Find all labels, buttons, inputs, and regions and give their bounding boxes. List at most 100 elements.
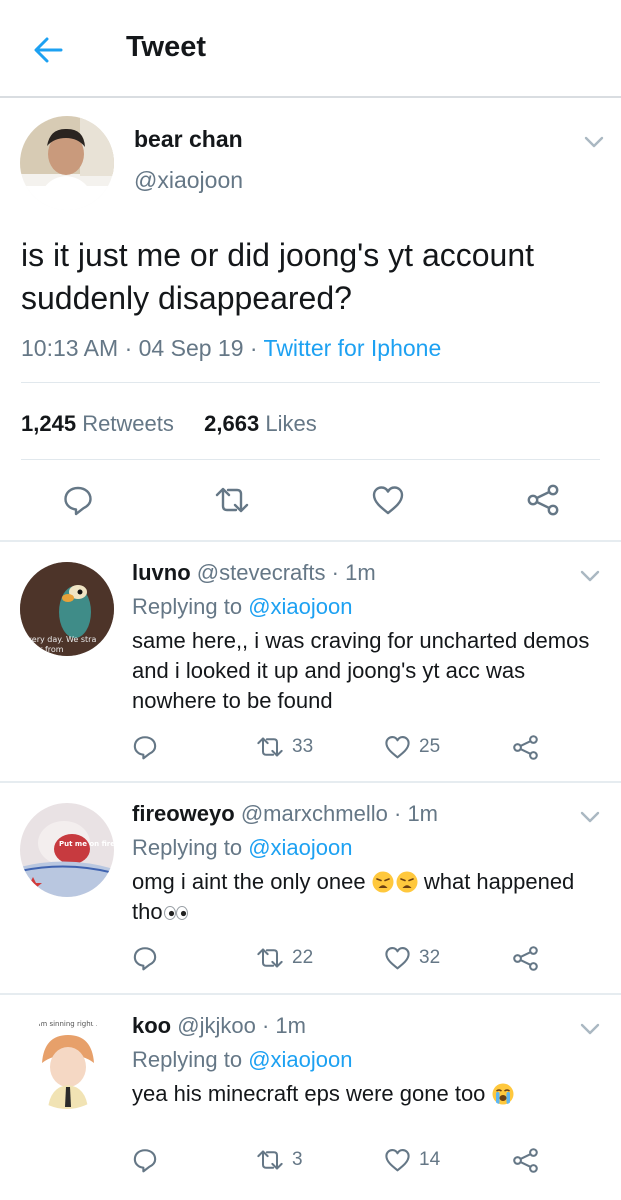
replying-to: Replying to @xiaojoon (132, 594, 353, 620)
share-button[interactable] (512, 1147, 539, 1174)
like-count: 14 (419, 1149, 441, 1170)
replying-label: Replying to (132, 1047, 243, 1072)
share-icon (513, 735, 538, 760)
share-button[interactable] (525, 482, 561, 518)
reply-text-part: omg i aint the only onee (132, 869, 372, 894)
reply-icon (133, 736, 157, 760)
like-stat[interactable]: 2,663 Likes (204, 411, 317, 436)
retweet-icon (257, 737, 283, 757)
retweet-button[interactable]: 22 (256, 945, 313, 971)
chevron-down-icon[interactable] (582, 130, 606, 154)
retweet-button[interactable]: 33 (256, 734, 313, 760)
reply-icon (133, 947, 157, 971)
heart-icon (372, 486, 404, 515)
tweet-meta: 10:13 AM · 04 Sep 19 · Twitter for Iphon… (21, 335, 441, 362)
eyes-emoji (163, 906, 188, 920)
reply-author-name[interactable]: luvno (132, 560, 191, 585)
retweet-count: 3 (292, 1149, 303, 1170)
avatar-caption: ther from (26, 645, 64, 654)
retweet-button[interactable] (214, 482, 250, 518)
reply-author-name[interactable]: fireoweyo (132, 801, 235, 826)
arrow-left-icon (34, 37, 63, 63)
retweet-count: 1,245 (21, 411, 77, 436)
heart-icon (385, 1149, 410, 1172)
meta-separator: · (249, 335, 264, 361)
chevron-down-icon[interactable] (578, 805, 602, 829)
retweet-stat[interactable]: 1,245 Retweets (21, 411, 174, 436)
reply-icon (133, 1149, 157, 1173)
author-handle[interactable]: @xiaojoon (134, 167, 243, 194)
reply-header: koo @jkjkoo · 1m (132, 1013, 306, 1039)
reply-time: 1m (345, 560, 376, 585)
reply-button[interactable] (132, 1147, 158, 1173)
replying-label: Replying to (132, 594, 243, 619)
reply-time: 1m (407, 801, 438, 826)
reply-button[interactable] (132, 945, 158, 971)
replying-to: Replying to @xiaojoon (132, 1047, 353, 1073)
replying-to-handle[interactable]: @xiaojoon (248, 594, 352, 619)
like-button[interactable] (370, 482, 406, 518)
reply-time: 1m (275, 1013, 306, 1038)
divider (21, 382, 600, 383)
like-button[interactable]: 25 (384, 734, 440, 760)
avatar[interactable]: Every day. We stra ther from (20, 562, 114, 656)
like-button[interactable]: 32 (384, 945, 440, 971)
replying-to-handle[interactable]: @xiaojoon (248, 1047, 352, 1072)
chevron-down-icon[interactable] (578, 1017, 602, 1041)
loudly-crying-face-emoji (492, 1083, 514, 1105)
chevron-down-icon[interactable] (578, 564, 602, 588)
page-title: Tweet (126, 31, 207, 63)
meta-separator: · (124, 335, 139, 361)
retweet-label: Retweets (82, 411, 174, 436)
retweet-icon (215, 487, 249, 513)
reply-author-handle[interactable]: @jkjkoo (177, 1013, 256, 1038)
heart-icon (385, 947, 410, 970)
main-tweet: bear chan @xiaojoon is it just me or did… (0, 100, 621, 542)
avatar[interactable]: Put me on fire (20, 803, 114, 897)
tweet-stats: 1,245 Retweets 2,663 Likes (21, 411, 317, 437)
reply-tweet[interactable]: Put me on fire fireoweyo @marxchmello · … (0, 783, 621, 995)
avatar[interactable]: , im sinning right n (20, 1015, 114, 1109)
reply-author-name[interactable]: koo (132, 1013, 171, 1038)
reply-tweet[interactable]: Every day. We stra ther from luvno @stev… (0, 542, 621, 783)
like-button[interactable]: 14 (384, 1147, 440, 1173)
weary-face-emoji (372, 871, 394, 893)
tweet-time: 10:13 AM (21, 335, 119, 361)
back-button[interactable] (28, 30, 68, 70)
share-icon (513, 1148, 538, 1173)
like-count: 32 (419, 947, 441, 968)
replying-label: Replying to (132, 835, 243, 860)
retweet-count: 22 (292, 947, 314, 968)
heart-icon (385, 736, 410, 759)
reply-author-handle[interactable]: @marxchmello (241, 801, 388, 826)
retweet-icon (257, 948, 283, 968)
reply-header: fireoweyo @marxchmello · 1m (132, 801, 438, 827)
tweet-date: 04 Sep 19 (138, 335, 244, 361)
reply-button[interactable] (60, 482, 96, 518)
retweet-button[interactable]: 3 (256, 1147, 303, 1173)
reply-header: luvno @stevecrafts · 1m (132, 560, 376, 586)
replying-to-handle[interactable]: @xiaojoon (248, 835, 352, 860)
reply-text: same here,, i was craving for uncharted … (132, 628, 590, 713)
reply-button[interactable] (132, 734, 158, 760)
share-button[interactable] (512, 945, 539, 972)
weary-face-emoji (396, 871, 418, 893)
replying-to: Replying to @xiaojoon (132, 835, 353, 861)
tweet-source[interactable]: Twitter for Iphone (264, 335, 442, 361)
reply-text-part: yea his minecraft eps were gone too (132, 1081, 492, 1106)
avatar[interactable] (20, 116, 114, 210)
reply-author-handle[interactable]: @stevecrafts (197, 560, 326, 585)
share-button[interactable] (512, 734, 539, 761)
avatar-caption: , im sinning right n (34, 1020, 100, 1028)
meta-separator: · (261, 1013, 270, 1038)
reply-text: yea his minecraft eps were gone too (132, 1079, 602, 1109)
like-label: Likes (265, 411, 317, 436)
reply-text: omg i aint the only onee what happened t… (132, 867, 602, 927)
reply-icon (64, 486, 92, 516)
retweet-count: 33 (292, 736, 314, 757)
avatar-caption: Put me on fire (59, 840, 114, 848)
meta-separator: · (331, 560, 339, 585)
reply-tweet[interactable]: , im sinning right n koo @jkjkoo · 1m Re… (0, 995, 621, 1200)
divider (21, 459, 600, 460)
author-name[interactable]: bear chan (134, 126, 243, 153)
